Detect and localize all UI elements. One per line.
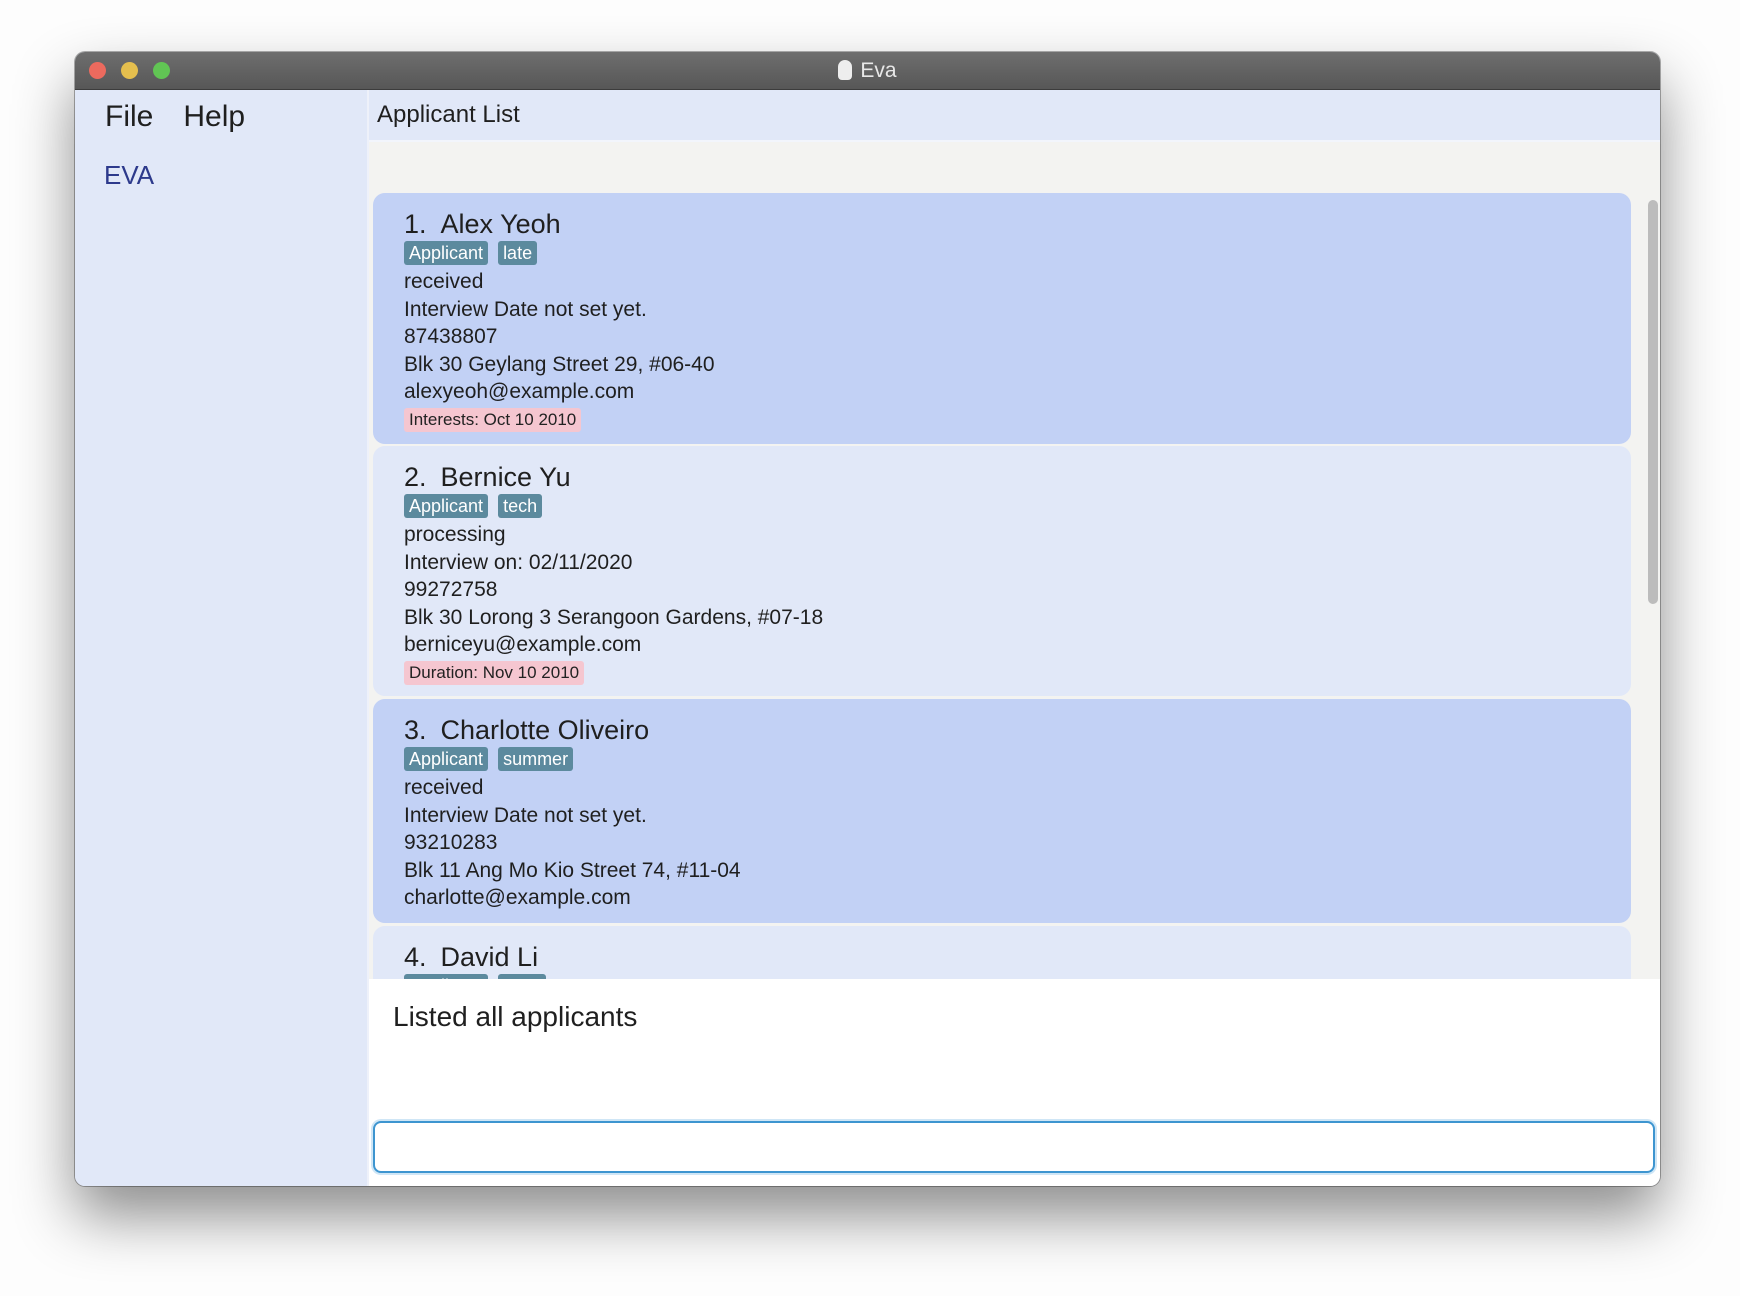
robot-icon: [838, 60, 853, 80]
applicant-index: 2.: [404, 462, 427, 492]
command-input[interactable]: [373, 1121, 1655, 1173]
applicant-email: charlotte@example.com: [404, 886, 631, 909]
tag-badge: Applicant: [404, 494, 489, 518]
menu-file[interactable]: File: [105, 100, 153, 133]
applicant-card[interactable]: 2. Bernice Yu Applicant tech processing Inter…: [373, 446, 1631, 696]
applicant-address: Blk 30 Lorong 3 Serangoon Gardens, #07-1…: [404, 605, 824, 629]
applicant-name-row: 4. David Li: [404, 942, 1631, 972]
applicant-extra-badge: Duration: Nov 10 2010: [404, 660, 585, 685]
sidebar: File Help EVA: [75, 90, 369, 1186]
applicant-name: David Li: [440, 942, 539, 972]
applicant-phone: 87438807: [404, 325, 498, 348]
app-window: Eva File Help EVA Applicant List 1. Alex Y…: [75, 52, 1660, 1186]
applicant-name-row: 2. Bernice Yu: [404, 462, 1631, 492]
applicant-email: alexyeoh@example.com: [404, 380, 635, 403]
applicant-interview: Interview Date not set yet.: [404, 297, 647, 321]
tag-list: Applicant summer: [404, 747, 1631, 774]
applicant-address: Blk 11 Ang Mo Kio Street 74, #11-04: [404, 858, 741, 882]
menu-help[interactable]: Help: [183, 100, 245, 133]
applicant-phone: 93210283: [404, 831, 498, 854]
tag-badge: late: [498, 241, 538, 265]
command-box: [369, 1115, 1660, 1186]
applicant-status: processing: [404, 523, 506, 546]
applicant-card[interactable]: 1. Alex Yeoh Applicant late received Intervie…: [373, 193, 1631, 444]
list-header: Applicant List: [369, 90, 1660, 142]
applicant-index: 1.: [404, 209, 427, 239]
title-bar: Eva: [75, 52, 1660, 90]
tag-badge: tech: [498, 494, 543, 518]
result-message: Listed all applicants: [393, 1001, 638, 1032]
applicant-index: 3.: [404, 715, 427, 745]
applicant-name: Charlotte Oliveiro: [440, 715, 650, 745]
applicant-index: 4.: [404, 942, 427, 972]
tag-list: Applicant tech: [404, 494, 1631, 521]
scrollbar-thumb[interactable]: [1648, 200, 1658, 604]
applicant-name: Alex Yeoh: [440, 209, 561, 239]
applicant-name: Bernice Yu: [440, 462, 571, 492]
window-title-text: Eva: [860, 59, 897, 82]
tag-list: Applicant late: [404, 241, 1631, 268]
applicant-card[interactable]: 4.David LiApplicantNUSprocessing: [373, 926, 1631, 979]
scrollbar[interactable]: [1646, 142, 1660, 979]
applicant-name-row: 3. Charlotte Oliveiro: [404, 715, 1631, 745]
applicant-interview: Interview on: 02/11/2020: [404, 550, 633, 574]
tag-badge: Applicant: [404, 747, 489, 771]
applicant-address: Blk 30 Geylang Street 29, #06-40: [404, 352, 715, 376]
applicant-card[interactable]: 3. Charlotte Oliveiro Applicant summer recei…: [373, 699, 1631, 923]
tag-badge: Applicant: [404, 241, 489, 265]
result-display: Listed all applicants: [369, 979, 1660, 1115]
applicant-name-row: 1. Alex Yeoh: [404, 209, 1631, 239]
sidebar-label: EVA: [104, 160, 155, 190]
applicant-status: received: [404, 776, 484, 799]
tag-badge: summer: [498, 747, 574, 771]
applicant-email: berniceyu@example.com: [404, 633, 642, 656]
applicant-status: received: [404, 270, 484, 293]
applicant-list[interactable]: 1. Alex Yeoh Applicant late received Intervie…: [369, 142, 1646, 979]
list-title: Applicant List: [377, 101, 520, 128]
applicant-interview: Interview Date not set yet.: [404, 803, 647, 827]
applicant-phone: 99272758: [404, 578, 498, 601]
applicant-extra-badge: Interests: Oct 10 2010: [404, 407, 582, 432]
menu-bar: File Help: [105, 100, 275, 134]
window-title: Eva: [75, 59, 1660, 83]
